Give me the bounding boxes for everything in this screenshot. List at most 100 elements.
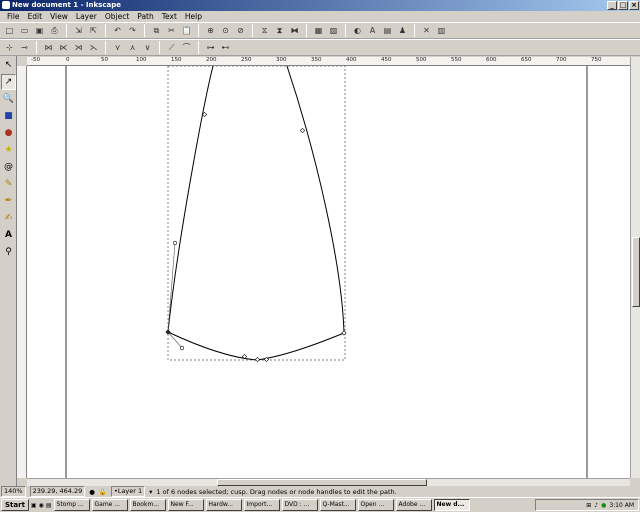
task-button[interactable]: DVD : ... — [281, 499, 318, 511]
join-nodes-icon[interactable]: ⋈ — [42, 41, 55, 54]
pencil-tool-icon[interactable]: ✎ — [1, 176, 16, 192]
zoom-drawing-icon[interactable]: ⊙ — [219, 24, 232, 37]
quick-launch-icon[interactable]: ▤ — [46, 502, 52, 509]
menu-edit[interactable]: Edit — [24, 11, 47, 22]
zoom-field[interactable]: 140% — [1, 486, 26, 497]
new-icon[interactable]: □ — [3, 24, 16, 37]
menu-file[interactable]: File — [3, 11, 24, 22]
spiral-tool-icon[interactable]: @ — [1, 159, 16, 175]
vertical-scrollbar[interactable] — [630, 57, 640, 478]
preferences-icon[interactable]: ✕ — [420, 24, 433, 37]
minimize-button[interactable]: _ — [607, 1, 617, 10]
layer-visibility-icon[interactable]: ● — [89, 488, 95, 496]
zoom-page-icon[interactable]: ⊘ — [234, 24, 247, 37]
zoom-selection-icon[interactable]: ⊕ — [204, 24, 217, 37]
cusp-node-icon[interactable]: ⋎ — [111, 41, 124, 54]
segment-curve-icon[interactable]: ⌒ — [180, 41, 193, 54]
layer-lock-icon[interactable]: 🔒 — [99, 488, 107, 496]
star-tool-icon[interactable]: ★ — [1, 142, 16, 158]
export-icon[interactable]: ⇱ — [87, 24, 100, 37]
fill-stroke-icon[interactable]: ◐ — [351, 24, 364, 37]
stroke-to-path-icon[interactable]: ⊷ — [219, 41, 232, 54]
horizontal-scroll-thumb[interactable] — [217, 479, 427, 486]
menu-text[interactable]: Text — [158, 11, 181, 22]
task-button[interactable]: Stomp ... — [53, 499, 90, 511]
zoom-tool-icon[interactable]: 🔍 — [1, 91, 16, 107]
document-properties-icon[interactable]: ▥ — [435, 24, 448, 37]
ruler-tick: 550 — [451, 57, 462, 63]
text-tool-icon[interactable]: A — [1, 227, 16, 243]
task-button[interactable]: Adobe ... — [395, 499, 432, 511]
break-path-icon[interactable]: ⋉ — [57, 41, 70, 54]
text-font-icon[interactable]: A — [366, 24, 379, 37]
task-button[interactable]: Q-Mast... — [319, 499, 356, 511]
task-button[interactable]: New F... — [167, 499, 204, 511]
symmetric-node-icon[interactable]: ∨ — [141, 41, 154, 54]
task-button[interactable]: Game ... — [91, 499, 128, 511]
dropper-tool-icon[interactable]: ⚲ — [1, 244, 16, 260]
horizontal-scrollbar[interactable] — [27, 478, 630, 486]
unlink-clone-icon[interactable]: ⧓ — [288, 24, 301, 37]
task-button[interactable]: Open ... — [357, 499, 394, 511]
antivirus-icon[interactable]: ● — [601, 502, 606, 509]
ruler-tick: 700 — [556, 57, 567, 63]
ruler-tick: 500 — [416, 57, 427, 63]
redo-icon[interactable]: ↷ — [126, 24, 139, 37]
ungroup-icon[interactable]: ▧ — [327, 24, 340, 37]
print-icon[interactable]: ⎙ — [48, 24, 61, 37]
network-icon[interactable]: ⊞ — [586, 502, 591, 509]
close-button[interactable]: × — [629, 1, 639, 10]
task-button[interactable]: Hardw... — [205, 499, 242, 511]
quick-launch-icon[interactable]: ◉ — [39, 502, 44, 509]
menu-object[interactable]: Object — [101, 11, 133, 22]
maximize-button[interactable]: □ — [618, 1, 628, 10]
layer-selector[interactable]: •Layer 1 — [110, 486, 146, 497]
paste-icon[interactable]: 📋 — [180, 24, 193, 37]
object-to-path-icon[interactable]: ⊶ — [204, 41, 217, 54]
ruler-tick: 200 — [206, 57, 217, 63]
drawing-canvas[interactable] — [27, 66, 630, 478]
selected-path — [167, 66, 345, 361]
import-icon[interactable]: ⇲ — [72, 24, 85, 37]
path-node — [299, 127, 306, 134]
join-segment-icon[interactable]: ⋊ — [72, 41, 85, 54]
insert-node-icon[interactable]: ⊹ — [3, 41, 16, 54]
status-message: 1 of 6 nodes selected; cusp. Drag nodes … — [156, 487, 397, 496]
menu-path[interactable]: Path — [133, 11, 157, 22]
xml-editor-icon[interactable]: ♟ — [396, 24, 409, 37]
group-icon[interactable]: ▦ — [312, 24, 325, 37]
volume-icon[interactable]: ♪ — [594, 502, 598, 509]
save-icon[interactable]: ▣ — [33, 24, 46, 37]
quick-launch-icon[interactable]: ▣ — [31, 502, 37, 509]
menu-view[interactable]: View — [46, 11, 72, 22]
delete-segment-icon[interactable]: ⋋ — [87, 41, 100, 54]
delete-node-icon[interactable]: ⊸ — [18, 41, 31, 54]
task-button[interactable]: Import... — [243, 499, 280, 511]
segment-line-icon[interactable]: ⟋ — [165, 41, 178, 54]
clock[interactable]: 3:10 AM — [609, 502, 634, 509]
vertical-scroll-thumb[interactable] — [632, 237, 640, 307]
menu-help[interactable]: Help — [181, 11, 206, 22]
ruler-tick: 750 — [591, 57, 602, 63]
start-button[interactable]: Start — [1, 499, 29, 511]
selector-tool-icon[interactable]: ↖ — [1, 57, 16, 73]
task-button-active[interactable]: New d... — [433, 499, 470, 511]
duplicate-icon[interactable]: ⧖ — [258, 24, 271, 37]
calligraphy-tool-icon[interactable]: ✍ — [1, 210, 16, 226]
task-button[interactable]: Bookm... — [129, 499, 166, 511]
clone-icon[interactable]: ⧗ — [273, 24, 286, 37]
copy-icon[interactable]: ⧉ — [150, 24, 163, 37]
pen-tool-icon[interactable]: ✒ — [1, 193, 16, 209]
undo-icon[interactable]: ↶ — [111, 24, 124, 37]
node-tool-icon[interactable]: ↗ — [1, 74, 16, 90]
cut-icon[interactable]: ✂ — [165, 24, 178, 37]
path-node — [341, 330, 347, 336]
commands-toolbar: □ ▭ ▣ ⎙ ⇲ ⇱ ↶ ↷ ⧉ ✂ 📋 ⊕ ⊙ ⊘ ⧖ ⧗ ⧓ ▦ ▧ ◐ … — [0, 22, 640, 39]
ellipse-tool-icon[interactable]: ● — [1, 125, 16, 141]
align-icon[interactable]: ▤ — [381, 24, 394, 37]
rectangle-tool-icon[interactable]: ■ — [1, 108, 16, 124]
smooth-node-icon[interactable]: ⋏ — [126, 41, 139, 54]
open-icon[interactable]: ▭ — [18, 24, 31, 37]
layer-dropdown-icon[interactable]: ▾ — [149, 488, 152, 496]
menu-layer[interactable]: Layer — [72, 11, 101, 22]
